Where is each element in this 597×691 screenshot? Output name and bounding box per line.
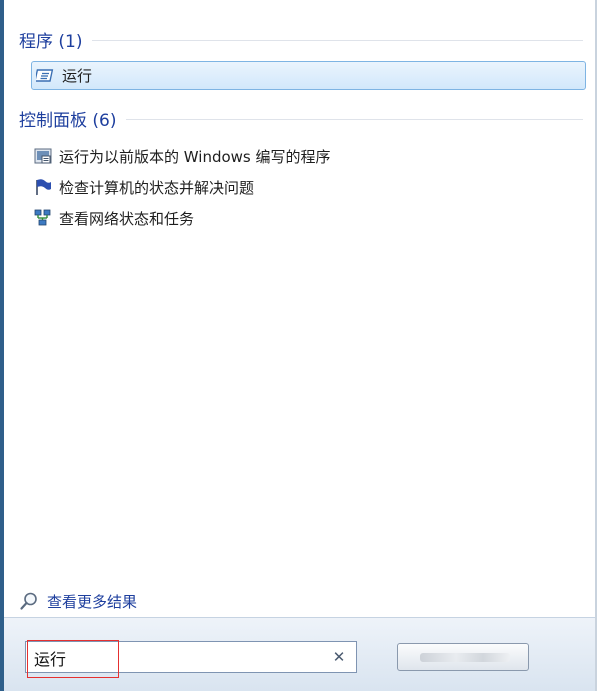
section-header-control-panel: 控制面板 (6) [19, 107, 583, 131]
section-divider [92, 39, 583, 41]
search-icon [19, 591, 39, 611]
result-item-label: 运行 [62, 67, 93, 85]
result-item-label: 检查计算机的状态并解决问题 [59, 178, 255, 197]
shutdown-button[interactable] [397, 643, 529, 671]
see-more-results-link[interactable]: 查看更多结果 [19, 589, 137, 613]
result-item-run[interactable]: 运行 [31, 61, 586, 90]
section-title-control-panel: 控制面板 (6) [19, 110, 117, 131]
left-border [0, 0, 4, 691]
section-divider [126, 118, 583, 120]
compatibility-icon [33, 147, 53, 165]
result-item-troubleshoot[interactable]: 检查计算机的状态并解决问题 [33, 174, 254, 200]
annotation-highlight [27, 640, 119, 678]
close-icon[interactable]: ✕ [330, 648, 348, 666]
see-more-label: 查看更多结果 [47, 592, 138, 611]
result-item-label: 查看网络状态和任务 [59, 209, 195, 228]
run-dialog-icon [34, 67, 56, 85]
network-icon [33, 209, 53, 227]
section-title-programs: 程序 (1) [19, 31, 83, 52]
result-item-network-status[interactable]: 查看网络状态和任务 [33, 205, 194, 231]
action-center-flag-icon [33, 178, 53, 196]
shutdown-button-label-blurred [420, 653, 510, 662]
result-item-label: 运行为以前版本的 Windows 编写的程序 [59, 147, 331, 166]
result-item-compatibility[interactable]: 运行为以前版本的 Windows 编写的程序 [33, 143, 331, 169]
section-header-programs: 程序 (1) [19, 28, 583, 52]
